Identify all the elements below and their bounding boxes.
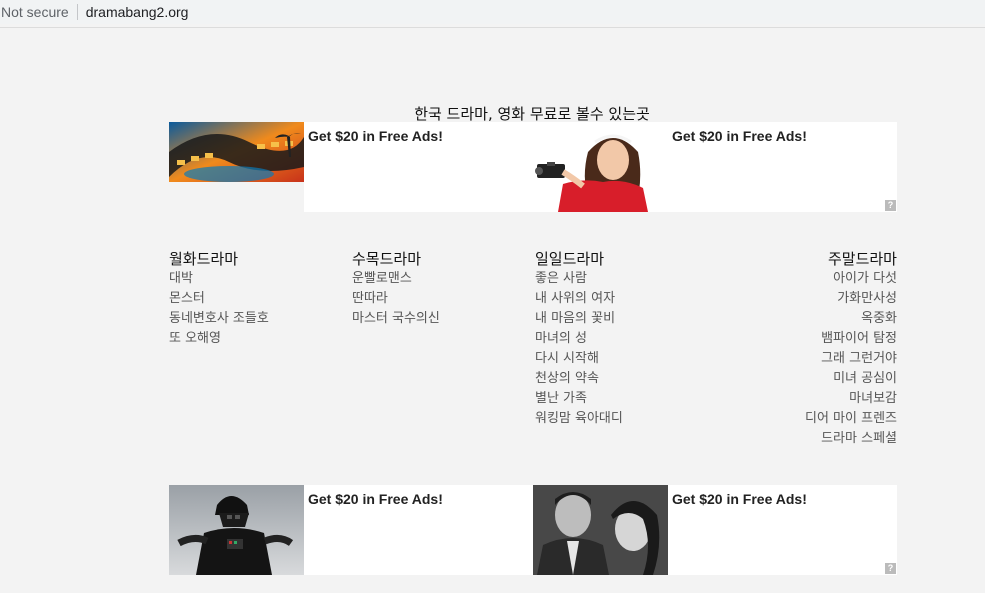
ad-banner-bottom[interactable]: Get $20 in Free Ads! Get $20 in Free Ads…: [169, 485, 897, 575]
drama-link[interactable]: 동네변호사 조들호: [169, 309, 269, 329]
page-headline: 한국 드라마, 영화 무료로 볼수 있는곳: [414, 105, 650, 123]
drama-link[interactable]: 뱀파이어 탐정: [805, 329, 897, 349]
woman-with-camcorder-image[interactable]: [533, 122, 668, 212]
column-heading: 수목드라마: [352, 250, 422, 268]
url-text[interactable]: dramabang2.org: [86, 4, 189, 20]
drama-column-monday: 월화드라마 대박 몬스터 동네변호사 조들호 또 오해영: [169, 249, 269, 349]
ad-unit[interactable]: Get $20 in Free Ads!: [533, 485, 897, 575]
darth-vader-figure-image[interactable]: [169, 485, 304, 575]
drama-column-daily: 일일드라마 좋은 사람 내 사위의 여자 내 마음의 꽃비 마녀의 성 다시 시…: [535, 249, 623, 429]
drama-column-weekend: 주말드라마 아이가 다섯 가화만사성 옥중화 뱀파이어 탐정 그래 그런거야 미…: [805, 249, 897, 449]
address-bar[interactable]: Not secure dramabang2.org: [0, 0, 985, 24]
drama-link[interactable]: 옥중화: [805, 309, 897, 329]
drama-link[interactable]: 워킹맘 육아대디: [535, 409, 623, 429]
drama-link[interactable]: 운빨로맨스: [352, 269, 440, 289]
drama-link[interactable]: 미녀 공심이: [805, 369, 897, 389]
drama-link[interactable]: 내 마음의 꽃비: [535, 309, 623, 329]
drama-link[interactable]: 마녀의 성: [535, 329, 623, 349]
column-heading: 월화드라마: [169, 250, 239, 268]
ad-unit[interactable]: Get $20 in Free Ads!: [169, 485, 533, 575]
drama-link[interactable]: 아이가 다섯: [805, 269, 897, 289]
drama-link[interactable]: 몬스터: [169, 289, 269, 309]
drama-link[interactable]: 천상의 약속: [535, 369, 623, 389]
ad-title[interactable]: Get $20 in Free Ads!: [672, 128, 807, 144]
column-heading: 주말드라마: [827, 250, 897, 268]
drama-link[interactable]: 내 사위의 여자: [535, 289, 623, 309]
ad-unit[interactable]: Get $20 in Free Ads!: [169, 122, 533, 212]
toolbar-divider: [0, 27, 985, 28]
ad-info-icon[interactable]: ?: [885, 563, 896, 574]
drama-link[interactable]: 좋은 사람: [535, 269, 623, 289]
ad-unit[interactable]: Get $20 in Free Ads!: [533, 122, 897, 212]
drama-link[interactable]: 가화만사성: [805, 289, 897, 309]
ad-banner-top[interactable]: Get $20 in Free Ads! Get $20 in Free Ads…: [169, 122, 897, 212]
drama-column-wednesday: 수목드라마 운빨로맨스 딴따라 마스터 국수의신: [352, 249, 440, 329]
drama-link[interactable]: 드라마 스페셜: [805, 429, 897, 449]
drama-link[interactable]: 마스터 국수의신: [352, 309, 440, 329]
ad-title[interactable]: Get $20 in Free Ads!: [308, 128, 443, 144]
address-divider: [76, 4, 78, 20]
drama-link[interactable]: 마녀보감: [805, 389, 897, 409]
drama-link[interactable]: 그래 그런거야: [805, 349, 897, 369]
ad-info-icon[interactable]: ?: [885, 200, 896, 211]
ad-title[interactable]: Get $20 in Free Ads!: [308, 491, 443, 507]
classic-film-couple-image[interactable]: [533, 485, 668, 575]
drama-link[interactable]: 디어 마이 프렌즈: [805, 409, 897, 429]
drama-link[interactable]: 또 오해영: [169, 329, 269, 349]
security-indicator[interactable]: Not secure: [0, 4, 69, 20]
drama-link[interactable]: 대박: [169, 269, 269, 289]
drama-link[interactable]: 별난 가족: [535, 389, 623, 409]
ad-title[interactable]: Get $20 in Free Ads!: [672, 491, 807, 507]
film-reel-image[interactable]: [169, 122, 304, 212]
drama-link[interactable]: 다시 시작해: [535, 349, 623, 369]
drama-link[interactable]: 딴따라: [352, 289, 440, 309]
column-heading: 일일드라마: [535, 250, 605, 268]
